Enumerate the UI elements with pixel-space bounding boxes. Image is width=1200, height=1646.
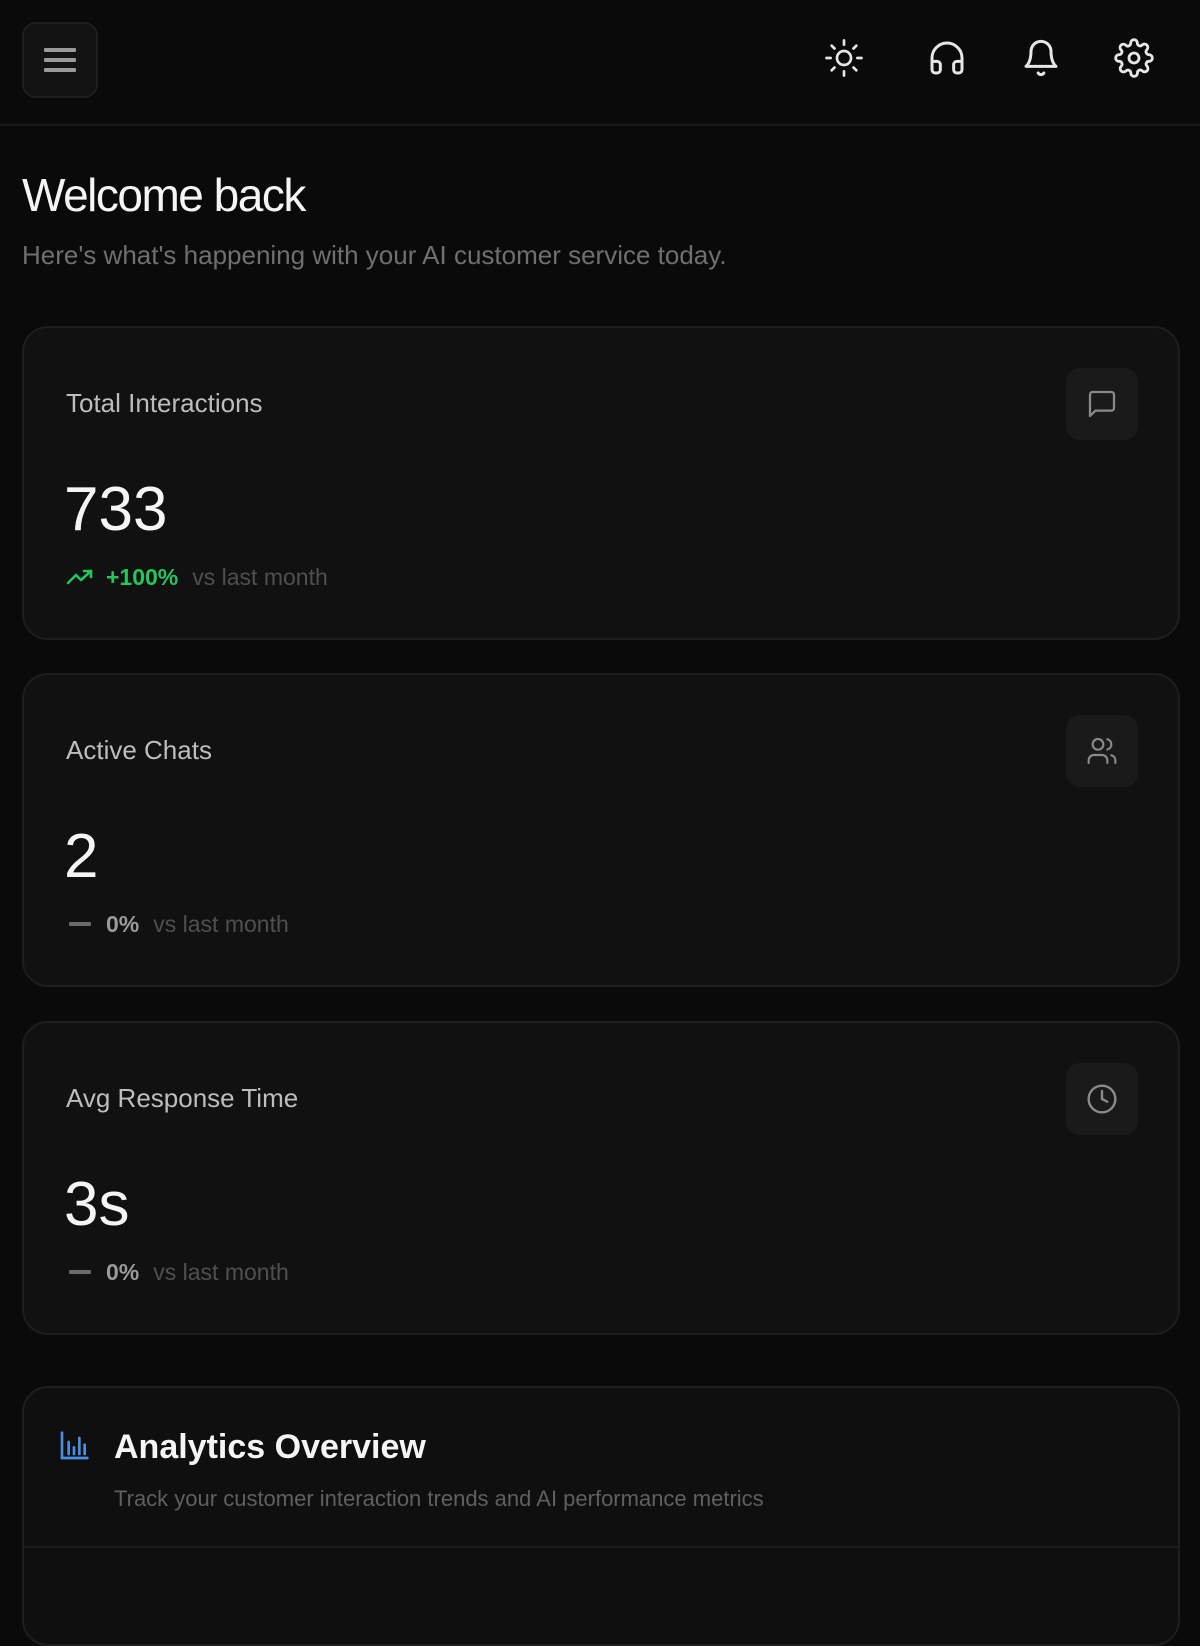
menu-button[interactable] (22, 22, 98, 98)
users-icon (1087, 737, 1117, 765)
message-square-icon (1088, 390, 1116, 418)
analytics-overview-card: Analytics Overview Track your customer i… (22, 1386, 1180, 1646)
headphones-icon (930, 41, 964, 75)
minus-icon (66, 910, 94, 938)
stat-icon-box (1066, 715, 1138, 787)
stat-label: Avg Response Time (66, 1083, 299, 1113)
trending-up-icon (66, 563, 94, 591)
minus-icon (66, 1258, 94, 1286)
stat-value: 3s (64, 1170, 130, 1239)
page-title: Welcome back (22, 169, 306, 221)
stat-card-total-interactions: Total Interactions 733 +100% vs last mon… (22, 326, 1180, 640)
page-subtitle: Here's what's happening with your AI cus… (22, 240, 727, 270)
divider (24, 1546, 1178, 1548)
section-subtitle: Track your customer interaction trends a… (114, 1486, 764, 1511)
bar-chart-icon (60, 1431, 89, 1460)
clock-icon (1087, 1084, 1117, 1114)
stat-change: 0% (106, 910, 140, 937)
sun-icon (825, 39, 863, 77)
stat-change-note: vs last month (192, 563, 328, 590)
stat-icon-box (1066, 368, 1138, 440)
stat-trend: 0% vs last month (66, 1257, 289, 1287)
menu-icon (44, 48, 76, 72)
support-button[interactable] (923, 34, 971, 82)
stat-label: Total Interactions (66, 388, 263, 418)
stat-change-note: vs last month (153, 910, 289, 937)
stat-trend: 0% vs last month (66, 909, 289, 939)
stat-icon-box (1066, 1063, 1138, 1135)
settings-button[interactable] (1110, 34, 1158, 82)
stat-change: 0% (106, 1258, 140, 1285)
stat-change-note: vs last month (153, 1258, 289, 1285)
stat-label: Active Chats (66, 735, 212, 765)
top-bar (0, 0, 1200, 126)
stat-value: 2 (64, 822, 99, 891)
gear-icon (1114, 38, 1154, 78)
section-title: Analytics Overview (114, 1428, 426, 1466)
stat-value: 733 (64, 475, 168, 544)
stat-change: +100% (106, 563, 179, 590)
stat-trend: +100% vs last month (66, 562, 328, 592)
notifications-button[interactable] (1017, 34, 1065, 82)
stat-card-avg-response-time: Avg Response Time 3s 0% vs last month (22, 1021, 1180, 1335)
stat-card-active-chats: Active Chats 2 0% vs last month (22, 673, 1180, 987)
bell-icon (1024, 39, 1058, 77)
theme-toggle-button[interactable] (820, 34, 868, 82)
